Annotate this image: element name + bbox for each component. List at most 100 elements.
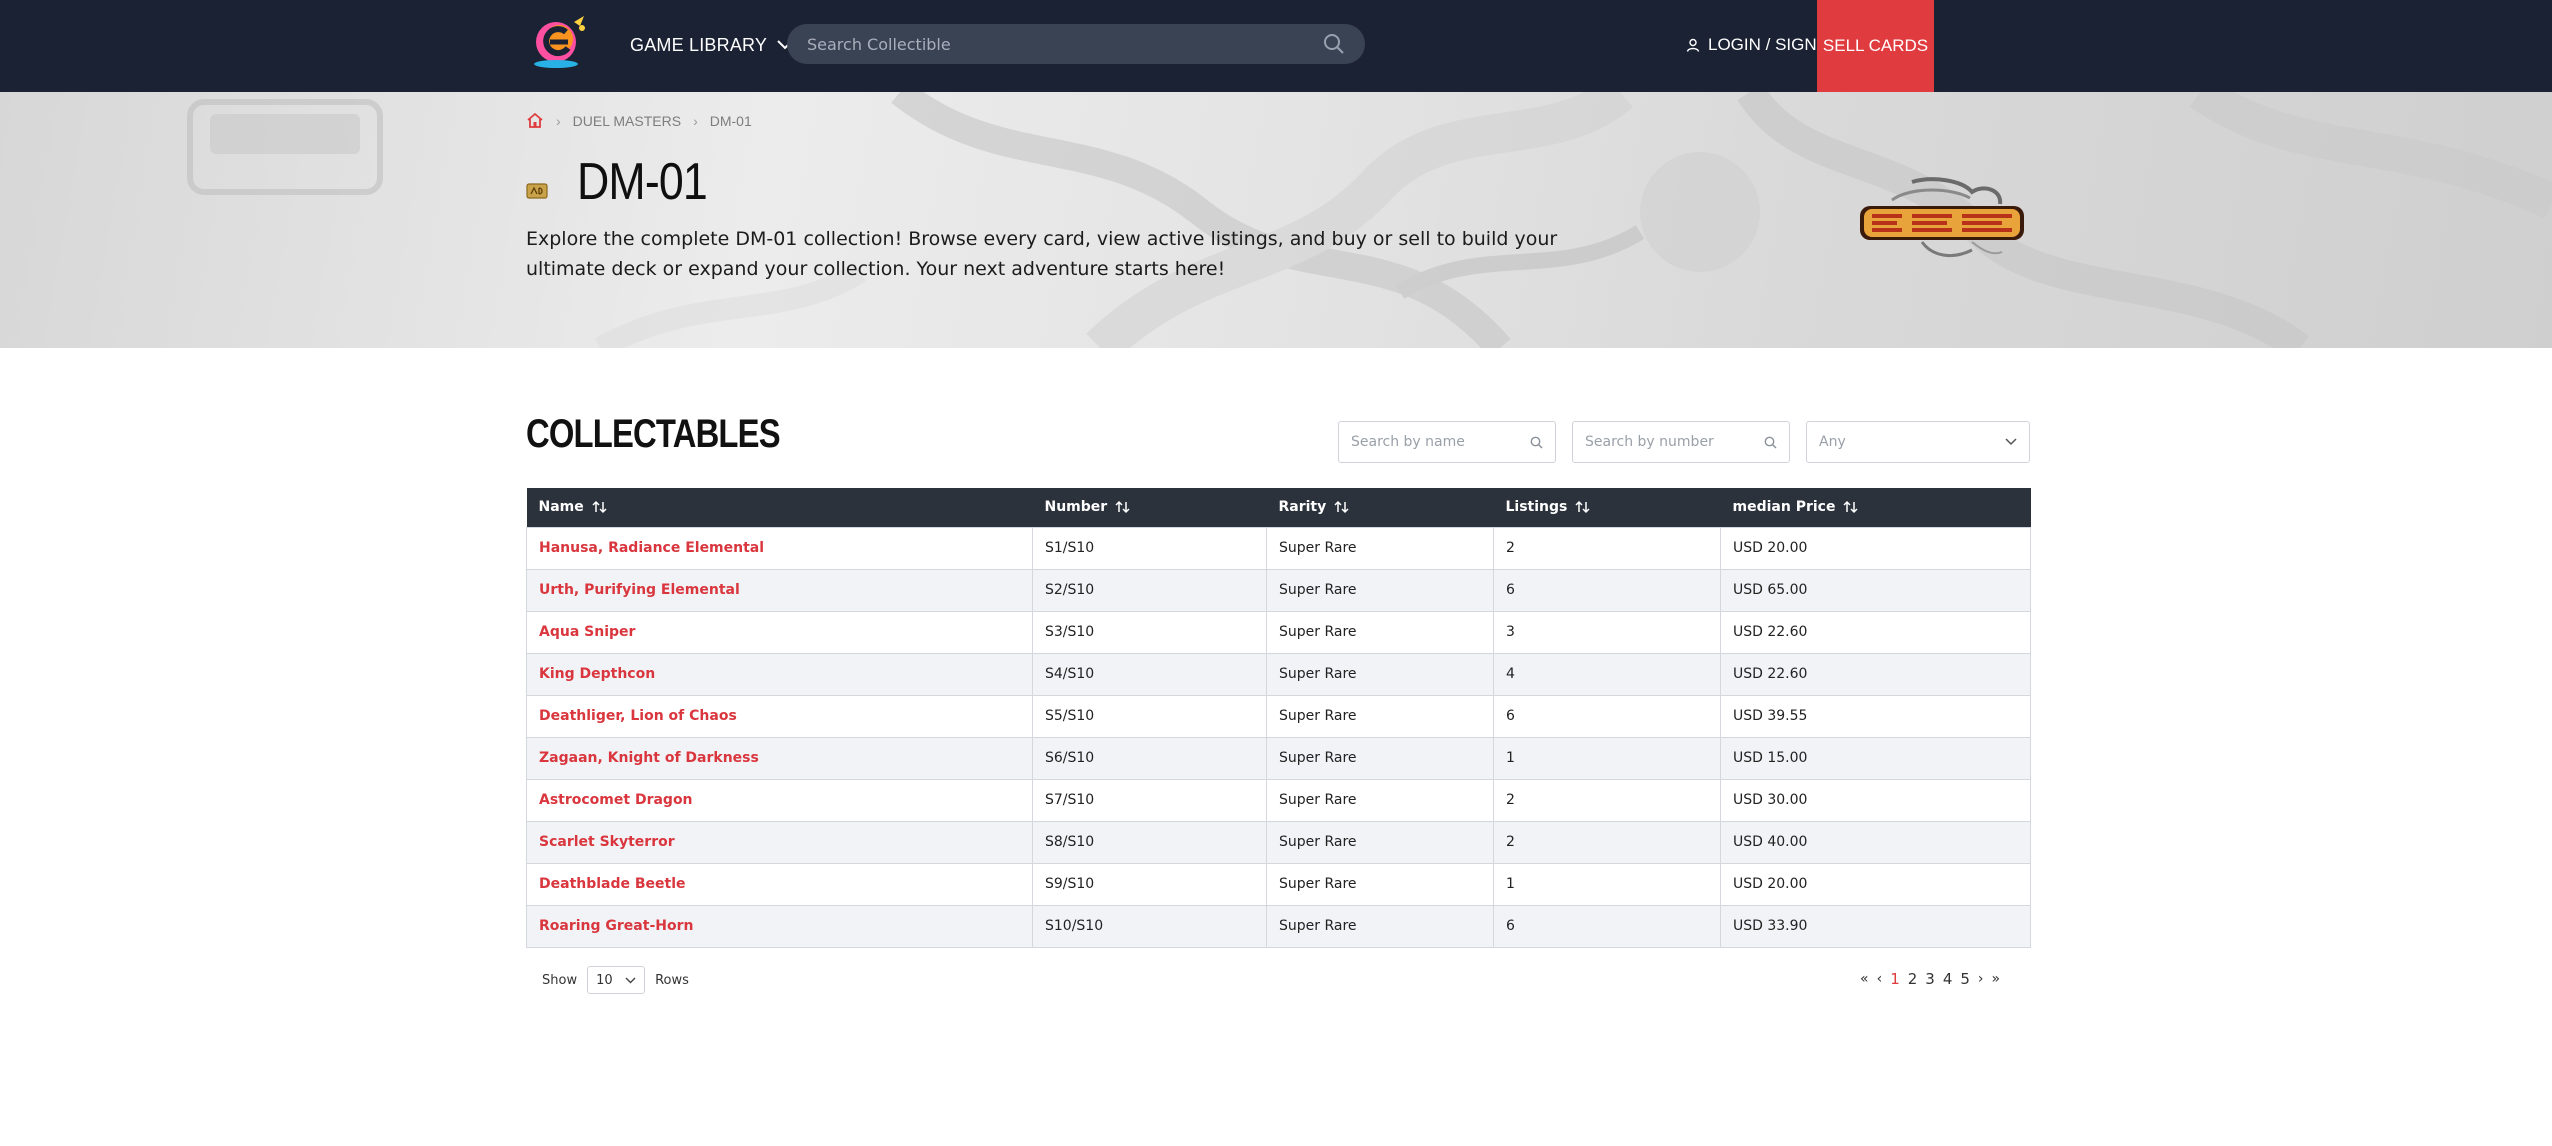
sort-icon	[1115, 501, 1130, 514]
card-name-cell: Hanusa, Radiance Elemental	[526, 526, 1033, 570]
card-name-link[interactable]: Zagaan, Knight of Darkness	[539, 750, 759, 766]
card-price-cell: USD 33.90	[1720, 904, 2031, 948]
card-rarity-cell: Super Rare	[1266, 862, 1494, 906]
column-header-number[interactable]: Number	[1032, 488, 1267, 527]
column-header-median-price[interactable]: median Price	[1720, 488, 2031, 527]
card-name-link[interactable]: Aqua Sniper	[539, 624, 635, 640]
collectables-heading: COLLECTABLES	[526, 412, 781, 456]
chevron-right-icon: ›	[693, 112, 698, 129]
card-name-link[interactable]: Urth, Purifying Elemental	[539, 582, 740, 598]
previous-page-button[interactable]: ‹	[1877, 971, 1883, 987]
hero-background-art	[187, 92, 2552, 348]
home-icon[interactable]	[526, 112, 544, 129]
card-name-cell: Scarlet Skyterror	[526, 820, 1033, 864]
chevron-down-icon	[625, 977, 636, 983]
collectible-search-bar	[787, 24, 1365, 64]
column-header-listings[interactable]: Listings	[1493, 488, 1721, 527]
card-listings-cell: 2	[1493, 526, 1721, 570]
rows-per-page: Show 10 Rows	[542, 966, 689, 994]
card-name-link[interactable]: Deathblade Beetle	[539, 876, 686, 892]
rows-per-page-select[interactable]: 10	[587, 966, 646, 994]
page-title: DM-01	[577, 153, 708, 211]
table-row: Urth, Purifying Elemental S2/S10 Super R…	[526, 568, 2031, 612]
first-page-button[interactable]: «	[1860, 971, 1869, 987]
card-name-link[interactable]: Hanusa, Radiance Elemental	[539, 540, 764, 556]
card-rarity-cell: Super Rare	[1266, 526, 1494, 570]
card-name-cell: Urth, Purifying Elemental	[526, 568, 1033, 612]
card-listings-cell: 6	[1493, 904, 1721, 948]
show-label: Show	[542, 972, 578, 988]
duel-masters-logo	[1860, 177, 2024, 258]
card-listings-cell: 2	[1493, 820, 1721, 864]
card-name-cell: Deathblade Beetle	[526, 862, 1033, 906]
card-name-link[interactable]: Roaring Great-Horn	[539, 918, 693, 934]
search-icon	[1764, 436, 1777, 448]
card-rarity-cell: Super Rare	[1266, 904, 1494, 948]
search-icon[interactable]	[1323, 33, 1345, 55]
table-row: Astrocomet Dragon S7/S10 Super Rare 2 US…	[526, 778, 2031, 822]
table-row: Scarlet Skyterror S8/S10 Super Rare 2 US…	[526, 820, 2031, 864]
rows-label: Rows	[655, 972, 689, 988]
card-number-cell: S8/S10	[1032, 820, 1267, 864]
table-header-row: Name Number Rarity Listings median Price	[526, 488, 2031, 527]
last-page-button[interactable]: »	[1992, 971, 2001, 987]
card-number-cell: S7/S10	[1032, 778, 1267, 822]
card-listings-cell: 3	[1493, 610, 1721, 654]
card-number-cell: S2/S10	[1032, 568, 1267, 612]
card-price-cell: USD 20.00	[1720, 526, 2031, 570]
page-button-2[interactable]: 2	[1908, 970, 1918, 988]
card-number-cell: S9/S10	[1032, 862, 1267, 906]
search-by-name-input[interactable]	[1351, 434, 1530, 450]
rarity-select-value: Any	[1819, 434, 1846, 450]
card-price-cell: USD 30.00	[1720, 778, 2031, 822]
rarity-select[interactable]: Any	[1806, 421, 2030, 463]
card-name-link[interactable]: King Depthcon	[539, 666, 655, 682]
sort-icon	[1334, 501, 1349, 514]
card-listings-cell: 6	[1493, 694, 1721, 738]
column-header-rarity[interactable]: Rarity	[1266, 488, 1494, 527]
card-name-cell: Roaring Great-Horn	[526, 904, 1033, 948]
card-listings-cell: 4	[1493, 652, 1721, 696]
card-number-cell: S1/S10	[1032, 526, 1267, 570]
page-button-5[interactable]: 5	[1960, 970, 1970, 988]
card-rarity-cell: Super Rare	[1266, 820, 1494, 864]
top-navbar: GAME LIBRARY LOGIN / SIGN UP SELL CARDS	[0, 0, 2552, 92]
card-price-cell: USD 15.00	[1720, 736, 2031, 780]
card-rarity-cell: Super Rare	[1266, 568, 1494, 612]
card-rarity-cell: Super Rare	[1266, 652, 1494, 696]
card-price-cell: USD 22.60	[1720, 610, 2031, 654]
card-name-link[interactable]: Scarlet Skyterror	[539, 834, 675, 850]
search-by-number-input[interactable]	[1585, 434, 1764, 450]
breadcrumb-game-link[interactable]: DUEL MASTERS	[573, 113, 681, 129]
table-row: Zagaan, Knight of Darkness S6/S10 Super …	[526, 736, 2031, 780]
page-button-4[interactable]: 4	[1943, 970, 1953, 988]
next-page-button[interactable]: ›	[1978, 971, 1984, 987]
sell-cards-button[interactable]: SELL CARDS	[1817, 0, 1934, 92]
card-name-link[interactable]: Deathliger, Lion of Chaos	[539, 708, 737, 724]
page-button-1[interactable]: 1	[1890, 970, 1900, 988]
chevron-down-icon	[2005, 438, 2017, 446]
column-header-name[interactable]: Name	[526, 488, 1033, 527]
card-price-cell: USD 40.00	[1720, 820, 2031, 864]
user-icon	[1686, 38, 1700, 52]
card-number-cell: S5/S10	[1032, 694, 1267, 738]
card-listings-cell: 6	[1493, 568, 1721, 612]
game-library-menu[interactable]: GAME LIBRARY	[630, 30, 793, 60]
card-name-link[interactable]: Astrocomet Dragon	[539, 792, 693, 808]
set-symbol-icon	[526, 183, 548, 199]
site-logo[interactable]	[526, 14, 590, 72]
card-price-cell: USD 65.00	[1720, 568, 2031, 612]
table-row: King Depthcon S4/S10 Super Rare 4 USD 22…	[526, 652, 2031, 696]
sort-icon	[1575, 501, 1590, 514]
page-button-3[interactable]: 3	[1925, 970, 1935, 988]
card-rarity-cell: Super Rare	[1266, 610, 1494, 654]
pagination: « ‹ 1 2 3 4 5 › »	[1860, 966, 2000, 992]
card-rarity-cell: Super Rare	[1266, 736, 1494, 780]
card-listings-cell: 2	[1493, 778, 1721, 822]
collectible-search-input[interactable]	[807, 34, 1323, 54]
card-listings-cell: 1	[1493, 736, 1721, 780]
table-row: Hanusa, Radiance Elemental S1/S10 Super …	[526, 526, 2031, 570]
card-name-cell: Aqua Sniper	[526, 610, 1033, 654]
card-number-cell: S10/S10	[1032, 904, 1267, 948]
chevron-right-icon: ›	[556, 112, 561, 129]
